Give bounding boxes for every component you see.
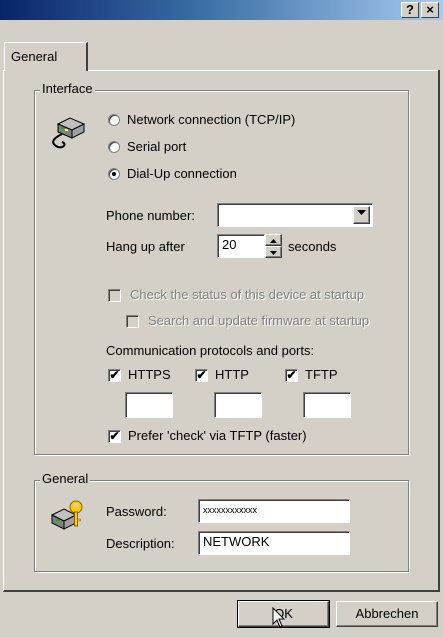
hangup-label: Hang up after	[106, 239, 185, 254]
https-label[interactable]: HTTPS	[128, 367, 171, 382]
hangup-spin-up[interactable]	[265, 234, 282, 246]
search-firmware-label: Search and update firmware at startup	[148, 313, 370, 328]
radio-dialup[interactable]	[108, 168, 120, 180]
tab-general[interactable]: General	[4, 42, 88, 71]
cancel-button[interactable]: Abbrechen	[336, 601, 438, 627]
http-label[interactable]: HTTP	[215, 367, 249, 382]
close-button[interactable]: ×	[421, 2, 439, 18]
general-group	[34, 480, 409, 572]
search-firmware-checkbox[interactable]	[126, 315, 139, 328]
protocols-label: Communication protocols and ports:	[106, 343, 315, 358]
radio-serial[interactable]	[108, 141, 120, 153]
prefer-tftp-checkbox[interactable]: ✔	[108, 430, 121, 443]
hangup-spin-down[interactable]	[265, 246, 282, 258]
title-bar	[0, 0, 443, 20]
check-status-label: Check the status of this device at start…	[130, 287, 365, 302]
radio-network[interactable]	[108, 114, 120, 126]
tftp-checkbox[interactable]: ✔	[285, 369, 298, 382]
http-port-input[interactable]	[214, 392, 262, 418]
tab-general-label: General	[11, 49, 58, 64]
description-input[interactable]: NETWORK	[198, 531, 350, 555]
radio-network-label[interactable]: Network connection (TCP/IP)	[127, 112, 295, 127]
tftp-port-input[interactable]	[303, 392, 351, 418]
interface-group-title: Interface	[40, 81, 95, 96]
phone-label: Phone number:	[106, 208, 195, 223]
radio-dialup-label[interactable]: Dial-Up connection	[127, 166, 237, 181]
radio-serial-label[interactable]: Serial port	[127, 139, 186, 154]
description-label: Description:	[106, 536, 175, 551]
mouse-cursor-icon	[272, 607, 286, 628]
network-device-icon	[52, 117, 86, 149]
password-input[interactable]: xxxxxxxxxxxx	[198, 499, 350, 523]
https-port-input[interactable]	[125, 392, 173, 418]
prefer-tftp-label[interactable]: Prefer 'check' via TFTP (faster)	[128, 428, 307, 443]
tftp-label[interactable]: TFTP	[305, 367, 338, 382]
key-device-icon	[50, 500, 83, 530]
help-button[interactable]: ?	[401, 2, 419, 18]
phone-combobox[interactable]	[217, 203, 373, 227]
http-checkbox[interactable]: ✔	[195, 369, 208, 382]
phone-dropdown-button[interactable]	[353, 206, 370, 224]
spin-down-icon	[270, 251, 277, 255]
general-group-title: General	[40, 471, 91, 486]
password-label: Password:	[106, 504, 167, 519]
hangup-input[interactable]: 20	[217, 234, 265, 258]
https-checkbox[interactable]: ✔	[108, 369, 121, 382]
chevron-down-icon	[357, 210, 366, 215]
hangup-unit: seconds	[288, 239, 337, 254]
check-status-checkbox[interactable]	[108, 289, 121, 302]
spin-up-icon	[270, 239, 277, 243]
